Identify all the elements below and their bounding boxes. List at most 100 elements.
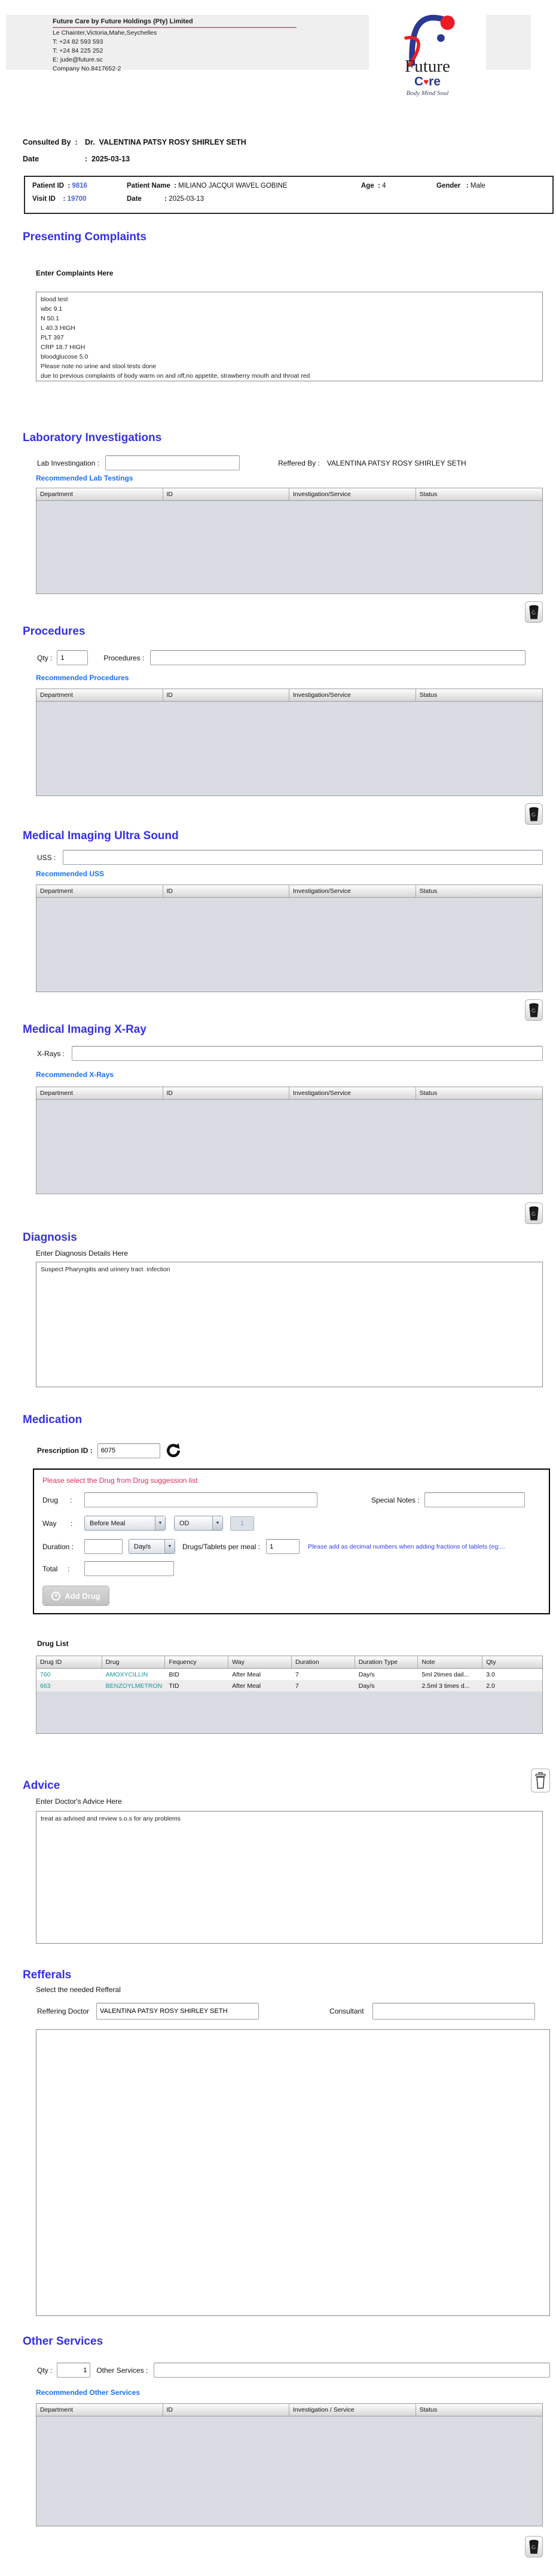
logo-text-future: Future — [369, 57, 486, 75]
meal-time-select[interactable]: Before Meal ▼ — [84, 1516, 166, 1531]
delete-drug-button[interactable] — [531, 1769, 550, 1792]
procedures-table-body — [36, 702, 543, 796]
drug-1-frequency: BID — [165, 1671, 228, 1678]
other-services-input[interactable] — [154, 2363, 550, 2378]
advice-textarea[interactable]: treat as advised and review s.o.s for an… — [36, 1811, 543, 1944]
company-registration-number: Company No.8417652-2 — [53, 65, 297, 73]
delete-xray-selection-button[interactable] — [525, 1203, 543, 1224]
prescription-id-input[interactable] — [97, 1443, 160, 1458]
company-email: E: jude@future.sc — [53, 56, 297, 64]
delete-uss-selection-button[interactable] — [525, 999, 543, 1021]
delete-lab-selection-button[interactable] — [525, 601, 543, 623]
procedures-col-id: ID — [163, 689, 290, 701]
drug-input[interactable] — [84, 1492, 317, 1507]
special-notes-input[interactable] — [424, 1492, 525, 1507]
delete-procedures-selection-button[interactable] — [525, 803, 543, 825]
meal-time-value: Before Meal — [85, 1520, 155, 1527]
patient-gender-label: Gender : — [436, 182, 471, 189]
xray-table-header: Department ID Investigation/Service Stat… — [36, 1087, 543, 1100]
procedures-label: Procedures : — [103, 654, 144, 662]
drug-2-qty: 2.0 — [482, 1682, 542, 1690]
referring-doctor-input[interactable] — [96, 2003, 259, 2020]
duration-input[interactable] — [84, 1539, 123, 1554]
xray-row: X-Rays : — [37, 1046, 556, 1061]
consultant-input[interactable] — [372, 2003, 535, 2020]
uss-col-status: Status — [416, 885, 543, 897]
company-info: Future Care by Future Holdings (Pty) Lim… — [53, 18, 297, 73]
drug-col-way: Way — [228, 1656, 292, 1668]
advice-sublabel: Enter Doctor's Advice Here — [36, 1797, 556, 1806]
recommended-uss-link[interactable]: Recommended USS — [36, 870, 556, 879]
delete-other-services-button[interactable] — [525, 2536, 543, 2557]
visit-date-label: Date : — [127, 195, 169, 203]
chevron-down-icon: ▼ — [212, 1516, 222, 1530]
advice-title: Advice — [23, 1779, 60, 1792]
drug-row-1[interactable]: 760 AMOXYCILLIN BID After Meal 7 Day/s 5… — [36, 1669, 542, 1680]
xray-input[interactable] — [72, 1046, 543, 1061]
drug-2-duration: 7 — [292, 1682, 355, 1690]
prescription-form: Please select the Drug from Drug suggess… — [33, 1468, 550, 1614]
per-meal-input[interactable] — [266, 1539, 300, 1554]
chevron-down-icon: ▼ — [155, 1516, 165, 1530]
drug-2-note: 2.5ml 3 times d... — [418, 1682, 482, 1690]
drug-2-frequency: TID — [165, 1682, 228, 1690]
lab-investigation-input[interactable] — [105, 455, 240, 470]
uss-label: USS : — [37, 853, 56, 862]
other-services-qty-label: Qty : — [37, 2366, 52, 2375]
os-col-status: Status — [416, 2404, 543, 2416]
drug-col-qty: Qty — [482, 1656, 542, 1668]
duration-label: Duration : — [42, 1543, 84, 1551]
lab-col-status: Status — [416, 488, 543, 500]
drug-1-note: 5ml 2times dail... — [418, 1671, 482, 1678]
prescription-row: Prescription ID : — [37, 1442, 556, 1459]
patient-age-value: 4 — [382, 182, 386, 189]
trash-icon — [528, 1206, 539, 1221]
total-label: Total : — [42, 1565, 84, 1573]
patient-id-value: 9816 — [72, 182, 87, 189]
refresh-prescription-button[interactable] — [165, 1442, 182, 1459]
procedures-row: Qty : Procedures : — [37, 650, 556, 665]
recommended-lab-testings-link[interactable]: Recommended Lab Testings — [36, 474, 556, 483]
drug-row-2[interactable]: 663 BENZOYLMETRON TID After Meal 7 Day/s… — [36, 1680, 542, 1691]
recommended-procedures-link[interactable]: Recommended Procedures — [36, 674, 556, 683]
referred-by-label: Reffered By : — [278, 459, 320, 467]
duration-type-value: Day/s — [129, 1543, 164, 1550]
consulted-by-value: Dr. VALENTINA PATSY ROSY SHIRLEY SETH — [85, 138, 246, 146]
lab-table-body — [36, 501, 543, 594]
procedures-input[interactable] — [150, 650, 526, 665]
xray-col-department: Department — [36, 1087, 163, 1099]
drug-1-name: AMOXYCILLIN — [102, 1671, 166, 1678]
xray-label: X-Rays : — [37, 1050, 65, 1058]
consulted-by-line: Consulted By :Dr. VALENTINA PATSY ROSY S… — [23, 137, 556, 147]
refferal-details-box[interactable] — [36, 2029, 550, 2316]
decimal-note: Please add as decimal numbers when addin… — [308, 1543, 540, 1550]
other-services-table-header: Department ID Investigation / Service St… — [36, 2403, 543, 2416]
complaints-sublabel: Enter Complaints Here — [36, 269, 556, 278]
uss-input[interactable] — [63, 850, 543, 865]
complaints-textarea[interactable]: blood test wbc 9.1 N 50.1 L 40.3 HIGH PL… — [36, 292, 543, 381]
duration-type-select[interactable]: Day/s ▼ — [129, 1539, 175, 1554]
os-col-id: ID — [163, 2404, 290, 2416]
recommended-other-services-link[interactable]: Recommended Other Services — [36, 2388, 556, 2397]
presenting-complaints-title: Presenting Complaints — [23, 231, 556, 244]
uss-col-investigation: Investigation/Service — [289, 885, 416, 897]
add-drug-button[interactable]: + Add Drug — [42, 1586, 109, 1606]
frequency-select[interactable]: OD ▼ — [174, 1516, 223, 1531]
drug-2-way: After Meal — [228, 1682, 292, 1690]
uss-col-id: ID — [163, 885, 290, 897]
consult-date-line: Date : 2025-03-13 — [23, 154, 556, 164]
diagnosis-textarea[interactable]: Suspect Pharyngitis and urinery tract in… — [36, 1262, 543, 1387]
referred-by-value: VALENTINA PATSY ROSY SHIRLEY SETH — [327, 459, 466, 467]
total-input[interactable] — [84, 1561, 174, 1576]
diagnosis-title: Diagnosis — [23, 1231, 556, 1244]
drug-1-way: After Meal — [228, 1671, 292, 1678]
special-notes-label: Special Notes : — [371, 1496, 420, 1504]
prescription-id-label: Prescription ID : — [37, 1446, 93, 1455]
procedures-qty-input[interactable] — [57, 650, 88, 665]
drug-col-drug: Drug — [102, 1656, 166, 1668]
recommended-xray-link[interactable]: Recommended X-Rays — [36, 1070, 556, 1079]
other-services-qty-input[interactable] — [57, 2363, 90, 2378]
other-services-row: Qty : Other Services : — [37, 2363, 556, 2378]
company-phone-2: T: +24 84 225 252 — [53, 47, 297, 55]
xray-title: Medical Imaging X-Ray — [23, 1023, 556, 1036]
